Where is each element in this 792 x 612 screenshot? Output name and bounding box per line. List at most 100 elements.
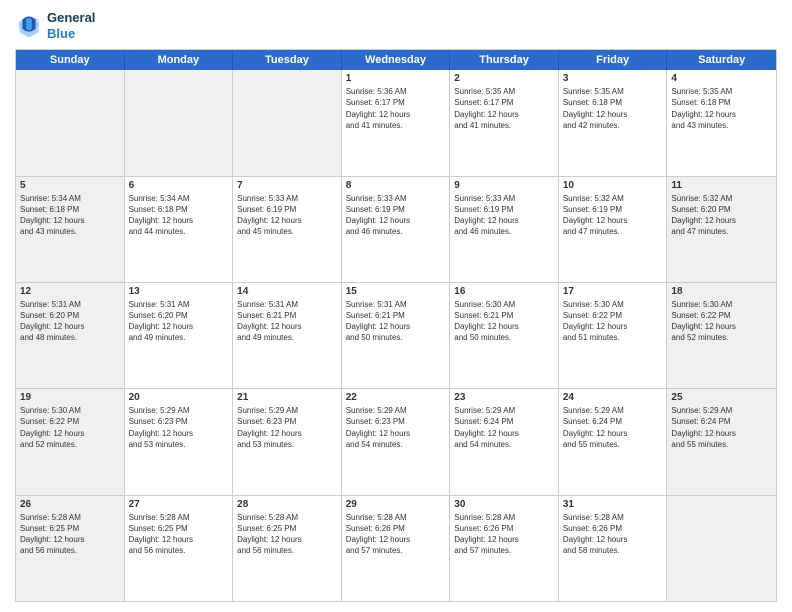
- day-number: 30: [454, 499, 554, 510]
- day-number: 28: [237, 499, 337, 510]
- calendar-cell-13: 13 Sunrise: 5:31 AM Sunset: 6:20 PM Dayli…: [125, 283, 234, 388]
- day-number: 23: [454, 392, 554, 403]
- day-info: Sunrise: 5:28 AM Sunset: 6:25 PM Dayligh…: [129, 512, 229, 557]
- header: General Blue: [15, 10, 777, 41]
- day-number: 31: [563, 499, 663, 510]
- calendar-row-5: 26Sunrise: 5:28 AM Sunset: 6:25 PM Dayli…: [16, 496, 776, 601]
- calendar-cell-16: 16 Sunrise: 5:30 AM Sunset: 6:21 PM Dayli…: [450, 283, 559, 388]
- calendar-cell-12: 12 Sunrise: 5:31 AM Sunset: 6:20 PM Dayli…: [16, 283, 125, 388]
- day-number: 4: [671, 73, 772, 84]
- weekday-header-thursday: Thursday: [450, 50, 559, 70]
- day-info: Sunrise: 5:28 AM Sunset: 6:25 PM Dayligh…: [20, 512, 120, 557]
- day-info: Sunrise: 5:31 AM Sunset: 6:20 PM Dayligh…: [129, 299, 229, 344]
- day-info: Sunrise: 5:29 AM Sunset: 6:23 PM Dayligh…: [237, 405, 337, 450]
- page: General Blue SundayMondayTuesdayWednesda…: [0, 0, 792, 612]
- calendar-cell-empty-6: [667, 496, 776, 601]
- day-number: 22: [346, 392, 446, 403]
- day-info: Sunrise: 5:31 AM Sunset: 6:20 PM Dayligh…: [20, 299, 120, 344]
- day-number: 25: [671, 392, 772, 403]
- calendar-cell-10: 10Sunrise: 5:32 AM Sunset: 6:19 PM Dayli…: [559, 177, 668, 282]
- calendar-cell-2: 2 Sunrise: 5:35 AM Sunset: 6:17 PM Daylig…: [450, 70, 559, 175]
- day-number: 27: [129, 499, 229, 510]
- day-info: Sunrise: 5:34 AM Sunset: 6:18 PM Dayligh…: [129, 193, 229, 238]
- calendar-row-2: 5Sunrise: 5:34 AM Sunset: 6:18 PM Daylig…: [16, 177, 776, 283]
- day-info: Sunrise: 5:29 AM Sunset: 6:24 PM Dayligh…: [563, 405, 663, 450]
- calendar: SundayMondayTuesdayWednesdayThursdayFrid…: [15, 49, 777, 602]
- calendar-cell-empty-0: [16, 70, 125, 175]
- day-number: 16: [454, 286, 554, 297]
- calendar-cell-20: 20 Sunrise: 5:29 AM Sunset: 6:23 PM Dayli…: [125, 389, 234, 494]
- weekday-header-monday: Monday: [125, 50, 234, 70]
- calendar-cell-8: 8 Sunrise: 5:33 AM Sunset: 6:19 PM Daylig…: [342, 177, 451, 282]
- weekday-header-saturday: Saturday: [667, 50, 776, 70]
- day-number: 13: [129, 286, 229, 297]
- calendar-cell-9: 9 Sunrise: 5:33 AM Sunset: 6:19 PM Daylig…: [450, 177, 559, 282]
- day-number: 21: [237, 392, 337, 403]
- day-info: Sunrise: 5:34 AM Sunset: 6:18 PM Dayligh…: [20, 193, 120, 238]
- day-info: Sunrise: 5:29 AM Sunset: 6:23 PM Dayligh…: [129, 405, 229, 450]
- day-number: 9: [454, 180, 554, 191]
- calendar-cell-21: 21 Sunrise: 5:29 AM Sunset: 6:23 PM Dayli…: [233, 389, 342, 494]
- day-number: 11: [671, 180, 772, 191]
- day-number: 6: [129, 180, 229, 191]
- day-info: Sunrise: 5:28 AM Sunset: 6:26 PM Dayligh…: [346, 512, 446, 557]
- calendar-header: SundayMondayTuesdayWednesdayThursdayFrid…: [16, 50, 776, 70]
- day-number: 19: [20, 392, 120, 403]
- day-info: Sunrise: 5:32 AM Sunset: 6:19 PM Dayligh…: [563, 193, 663, 238]
- day-info: Sunrise: 5:29 AM Sunset: 6:24 PM Dayligh…: [671, 405, 772, 450]
- day-info: Sunrise: 5:35 AM Sunset: 6:17 PM Dayligh…: [454, 86, 554, 131]
- day-info: Sunrise: 5:28 AM Sunset: 6:26 PM Dayligh…: [454, 512, 554, 557]
- calendar-cell-28: 28Sunrise: 5:28 AM Sunset: 6:25 PM Dayli…: [233, 496, 342, 601]
- day-info: Sunrise: 5:30 AM Sunset: 6:21 PM Dayligh…: [454, 299, 554, 344]
- day-info: Sunrise: 5:33 AM Sunset: 6:19 PM Dayligh…: [454, 193, 554, 238]
- day-number: 17: [563, 286, 663, 297]
- logo-text: General Blue: [47, 10, 95, 41]
- calendar-row-3: 12 Sunrise: 5:31 AM Sunset: 6:20 PM Dayli…: [16, 283, 776, 389]
- calendar-cell-7: 7Sunrise: 5:33 AM Sunset: 6:19 PM Daylig…: [233, 177, 342, 282]
- day-info: Sunrise: 5:35 AM Sunset: 6:18 PM Dayligh…: [563, 86, 663, 131]
- day-info: Sunrise: 5:33 AM Sunset: 6:19 PM Dayligh…: [346, 193, 446, 238]
- calendar-cell-4: 4 Sunrise: 5:35 AM Sunset: 6:18 PM Daylig…: [667, 70, 776, 175]
- day-number: 14: [237, 286, 337, 297]
- calendar-cell-3: 3 Sunrise: 5:35 AM Sunset: 6:18 PM Daylig…: [559, 70, 668, 175]
- calendar-cell-19: 19 Sunrise: 5:30 AM Sunset: 6:22 PM Dayli…: [16, 389, 125, 494]
- calendar-cell-18: 18 Sunrise: 5:30 AM Sunset: 6:22 PM Dayli…: [667, 283, 776, 388]
- calendar-cell-30: 30 Sunrise: 5:28 AM Sunset: 6:26 PM Dayli…: [450, 496, 559, 601]
- day-info: Sunrise: 5:28 AM Sunset: 6:26 PM Dayligh…: [563, 512, 663, 557]
- weekday-header-tuesday: Tuesday: [233, 50, 342, 70]
- calendar-cell-23: 23Sunrise: 5:29 AM Sunset: 6:24 PM Dayli…: [450, 389, 559, 494]
- day-info: Sunrise: 5:30 AM Sunset: 6:22 PM Dayligh…: [671, 299, 772, 344]
- day-info: Sunrise: 5:31 AM Sunset: 6:21 PM Dayligh…: [237, 299, 337, 344]
- day-info: Sunrise: 5:30 AM Sunset: 6:22 PM Dayligh…: [20, 405, 120, 450]
- calendar-row-4: 19 Sunrise: 5:30 AM Sunset: 6:22 PM Dayli…: [16, 389, 776, 495]
- calendar-cell-26: 26Sunrise: 5:28 AM Sunset: 6:25 PM Dayli…: [16, 496, 125, 601]
- day-number: 2: [454, 73, 554, 84]
- day-number: 29: [346, 499, 446, 510]
- day-number: 18: [671, 286, 772, 297]
- day-info: Sunrise: 5:36 AM Sunset: 6:17 PM Dayligh…: [346, 86, 446, 131]
- day-info: Sunrise: 5:31 AM Sunset: 6:21 PM Dayligh…: [346, 299, 446, 344]
- logo-icon: [15, 12, 43, 40]
- day-info: Sunrise: 5:30 AM Sunset: 6:22 PM Dayligh…: [563, 299, 663, 344]
- logo: General Blue: [15, 10, 95, 41]
- weekday-header-friday: Friday: [559, 50, 668, 70]
- calendar-cell-17: 17 Sunrise: 5:30 AM Sunset: 6:22 PM Dayli…: [559, 283, 668, 388]
- day-number: 12: [20, 286, 120, 297]
- day-info: Sunrise: 5:35 AM Sunset: 6:18 PM Dayligh…: [671, 86, 772, 131]
- calendar-cell-22: 22 Sunrise: 5:29 AM Sunset: 6:23 PM Dayli…: [342, 389, 451, 494]
- calendar-cell-6: 6 Sunrise: 5:34 AM Sunset: 6:18 PM Daylig…: [125, 177, 234, 282]
- day-number: 20: [129, 392, 229, 403]
- calendar-body: 1Sunrise: 5:36 AM Sunset: 6:17 PM Daylig…: [16, 70, 776, 601]
- day-info: Sunrise: 5:29 AM Sunset: 6:23 PM Dayligh…: [346, 405, 446, 450]
- day-number: 8: [346, 180, 446, 191]
- calendar-cell-empty-2: [233, 70, 342, 175]
- calendar-cell-27: 27 Sunrise: 5:28 AM Sunset: 6:25 PM Dayli…: [125, 496, 234, 601]
- weekday-header-wednesday: Wednesday: [342, 50, 451, 70]
- calendar-cell-31: 31 Sunrise: 5:28 AM Sunset: 6:26 PM Dayli…: [559, 496, 668, 601]
- calendar-cell-5: 5Sunrise: 5:34 AM Sunset: 6:18 PM Daylig…: [16, 177, 125, 282]
- calendar-row-1: 1Sunrise: 5:36 AM Sunset: 6:17 PM Daylig…: [16, 70, 776, 176]
- day-info: Sunrise: 5:33 AM Sunset: 6:19 PM Dayligh…: [237, 193, 337, 238]
- day-number: 24: [563, 392, 663, 403]
- calendar-cell-empty-1: [125, 70, 234, 175]
- day-number: 3: [563, 73, 663, 84]
